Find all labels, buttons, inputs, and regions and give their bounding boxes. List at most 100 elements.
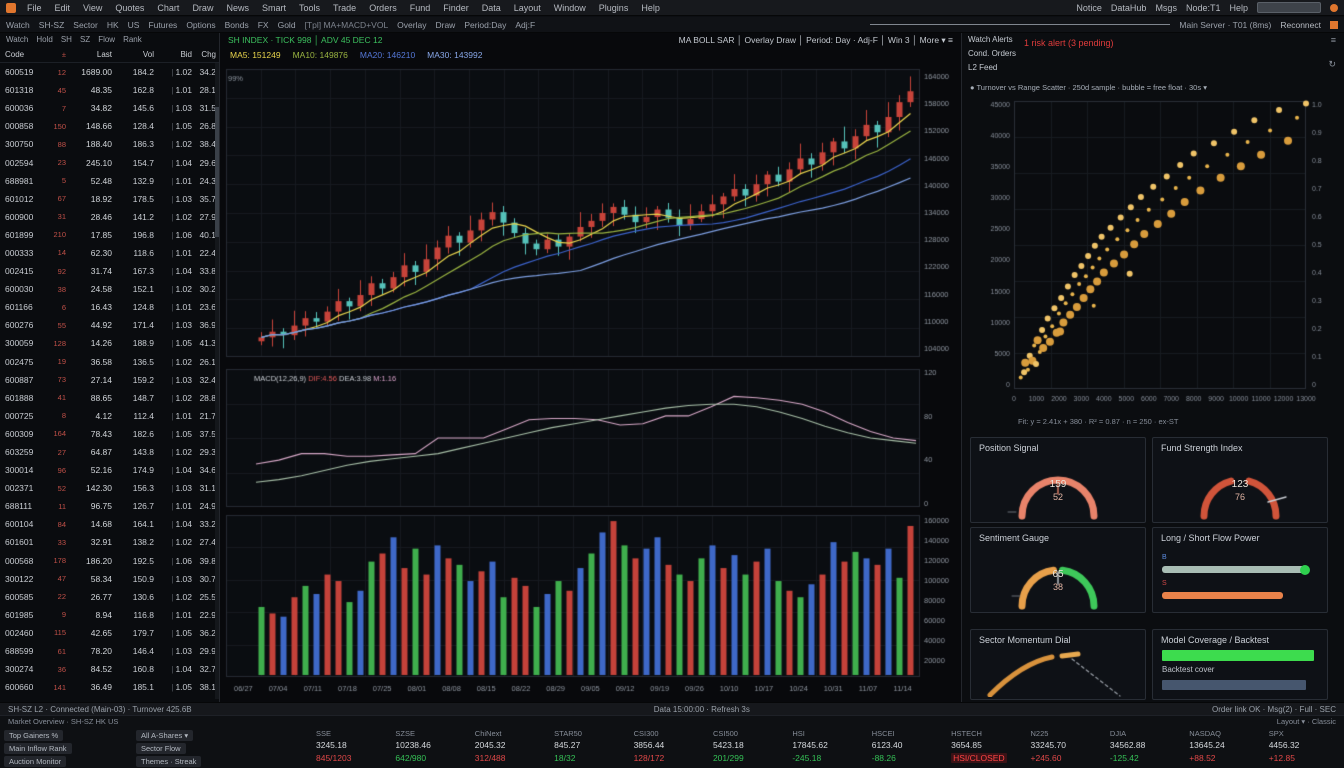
ticker-filter-button[interactable]: Top Gainers % <box>4 730 63 741</box>
toolbar-item[interactable]: Overlay <box>397 20 426 30</box>
table-row[interactable]: 00246011542.65179.7|1.0536.2 <box>0 624 219 642</box>
table-row[interactable]: 6010126718.92178.5|1.0335.7 <box>0 190 219 208</box>
table-row[interactable]: 00237152142.30156.3|1.0331.1 <box>0 479 219 497</box>
menu-item[interactable]: News <box>226 3 249 13</box>
watchlist-header-cell[interactable]: Bid <box>154 50 192 59</box>
panel-header-line3[interactable]: L2 Feed <box>968 63 997 72</box>
table-row[interactable]: 6009003128.46141.2|1.0227.9 <box>0 208 219 226</box>
table-row[interactable]: 60030916478.43182.6|1.0537.5 <box>0 425 219 443</box>
scatter-canvas[interactable] <box>962 95 1344 417</box>
menu-item[interactable]: Chart <box>157 3 179 13</box>
menu-item[interactable]: Help <box>1229 3 1248 13</box>
menu-item[interactable]: DataHub <box>1111 3 1147 13</box>
table-row[interactable]: 6000303824.58152.1|1.0230.2 <box>0 280 219 298</box>
toolbar-item[interactable]: Options <box>186 20 215 30</box>
table-row[interactable]: 3002743684.52160.8|1.0432.7 <box>0 660 219 678</box>
candlestick-chart-canvas[interactable] <box>220 65 958 701</box>
watchlist-header-cell[interactable]: ± <box>46 50 66 59</box>
table-row[interactable]: 6001048414.68164.1|1.0433.2 <box>0 515 219 533</box>
reconnect-button[interactable]: Reconnect <box>1280 20 1321 30</box>
table-row[interactable]: 30005912814.26188.9|1.0541.3 <box>0 334 219 352</box>
toolbar-item[interactable]: US <box>128 20 140 30</box>
table-row[interactable]: 000568178186.20192.5|1.0639.8 <box>0 552 219 570</box>
menu-item[interactable]: Edit <box>55 3 71 13</box>
menu-item[interactable]: Layout <box>514 3 541 13</box>
toolbar-item[interactable]: FX <box>258 20 269 30</box>
menu-item[interactable]: Smart <box>262 3 286 13</box>
watchlist-header-cell[interactable]: Chg <box>192 50 218 59</box>
ticker-filter-button[interactable]: Themes · Streak <box>136 756 201 767</box>
toolbar-item[interactable]: HK <box>107 20 119 30</box>
toolbar-item[interactable]: Futures <box>148 20 177 30</box>
menu-item[interactable]: Finder <box>443 3 469 13</box>
watchlist-header-cell[interactable]: Last <box>66 50 112 59</box>
watchlist-header-cell[interactable]: Code <box>0 50 46 59</box>
toolbar-item[interactable]: Sector <box>73 20 98 30</box>
toolbar-item[interactable]: Watch <box>6 20 30 30</box>
ticker-column[interactable]: SZSE10238.46642/980512.3B <box>389 729 468 768</box>
ticker-filter-button[interactable]: Main Inflow Rank <box>4 743 72 754</box>
table-row[interactable]: 6032592764.87143.8|1.0229.3 <box>0 443 219 461</box>
table-row[interactable]: 60189921017.85196.8|1.0640.1 <box>0 226 219 244</box>
table-row[interactable]: 6881111196.75126.7|1.0124.9 <box>0 497 219 515</box>
toolbar-item[interactable]: Draw <box>435 20 455 30</box>
risk-alert-label[interactable]: 1 risk alert (3 pending) <box>1024 38 1114 48</box>
table-row[interactable]: 60066014136.49185.1|1.0538.1 <box>0 678 219 696</box>
menu-item[interactable]: Fund <box>410 3 431 13</box>
ticker-column[interactable]: DJIA34562.88-125.42-0.36% <box>1104 729 1183 768</box>
notification-bell-icon[interactable] <box>1330 4 1338 12</box>
ticker-column[interactable]: HSTECH3654.85HSI/CLOSED+0.86% <box>945 729 1024 768</box>
toolbar-item[interactable]: Bonds <box>225 20 249 30</box>
table-row[interactable]: 60198598.94116.8|1.0122.9 <box>0 606 219 624</box>
menu-item[interactable]: Notice <box>1076 3 1102 13</box>
table-row[interactable]: 0003331462.30118.6|1.0122.4 <box>0 244 219 262</box>
table-row[interactable]: 3001224758.34150.9|1.0330.7 <box>0 570 219 588</box>
status-right-label[interactable]: Order link OK · Msg(2) · Full · SEC <box>1212 705 1336 714</box>
table-row[interactable]: 00072584.12112.4|1.0121.7 <box>0 407 219 425</box>
table-row[interactable]: 6002765544.92171.4|1.0336.9 <box>0 316 219 334</box>
menu-item[interactable]: View <box>83 3 102 13</box>
chart-template-label[interactable]: [Tpl] MA+MACD+VOL <box>305 20 389 30</box>
menu-item[interactable]: Window <box>554 3 586 13</box>
menu-item[interactable]: Msgs <box>1155 3 1177 13</box>
ticker-filter-button[interactable]: All A-Shares ▾ <box>136 730 193 741</box>
table-row[interactable]: 30075088188.40186.3|1.0238.4 <box>0 135 219 153</box>
menu-item[interactable]: Trade <box>333 3 356 13</box>
menu-item[interactable]: Quotes <box>115 3 144 13</box>
table-row[interactable]: 00259423245.10154.7|1.0429.6 <box>0 153 219 171</box>
watchlist-tab[interactable]: Hold <box>36 35 52 47</box>
menu-item[interactable]: File <box>27 3 42 13</box>
ticker-strip-left[interactable]: Market Overview · SH-SZ HK US <box>8 717 118 728</box>
table-row[interactable]: 601166616.43124.8|1.0123.6 <box>0 298 219 316</box>
ticker-column[interactable]: STAR50845.2718/3235.6B <box>548 729 627 768</box>
watchlist-tab[interactable]: Flow <box>98 35 115 47</box>
panel-header-line1[interactable]: Watch Alerts <box>968 35 1013 44</box>
table-row[interactable]: 6008877327.14159.2|1.0332.4 <box>0 371 219 389</box>
menu-item[interactable]: Help <box>641 3 660 13</box>
toolbar-item[interactable]: SH-SZ <box>39 20 65 30</box>
panel-menu-icon[interactable]: ≡ <box>1331 35 1336 45</box>
menu-item[interactable]: Orders <box>369 3 397 13</box>
toolbar-item[interactable]: Adj:F <box>515 20 535 30</box>
watchlist-tab[interactable]: Watch <box>6 35 28 47</box>
menu-item[interactable]: Plugins <box>599 3 629 13</box>
watchlist-tab[interactable]: Rank <box>123 35 142 47</box>
table-row[interactable]: 0024159231.74167.3|1.0433.8 <box>0 262 219 280</box>
table-row[interactable]: 6013184548.35162.8|1.0128.1 <box>0 81 219 99</box>
menu-item[interactable]: Data <box>482 3 501 13</box>
table-row[interactable]: 600036734.82145.6|1.0331.5 <box>0 99 219 117</box>
ticker-strip-right[interactable]: Layout ▾ · Classic <box>1277 717 1336 728</box>
ticker-column[interactable]: N22533245.70+245.60+0.74% <box>1025 729 1104 768</box>
watchlist-header-cell[interactable]: Vol <box>112 50 154 59</box>
ticker-column[interactable]: CSI5005423.18201/299165.4B <box>707 729 786 768</box>
table-row[interactable]: 3000149652.16174.9|1.0434.6 <box>0 461 219 479</box>
table-row[interactable]: 6016013332.91138.2|1.0227.4 <box>0 533 219 551</box>
table-row[interactable]: 6018884188.65148.7|1.0228.8 <box>0 389 219 407</box>
table-row[interactable]: 0024751936.58136.5|1.0226.1 <box>0 353 219 371</box>
toolbar-item[interactable]: Period:Day <box>464 20 506 30</box>
ticker-column[interactable]: NASDAQ13645.24+88.52+0.65% <box>1183 729 1262 768</box>
watchlist-tab[interactable]: SH <box>61 35 72 47</box>
watchlist-tab[interactable]: SZ <box>80 35 90 47</box>
menu-item[interactable]: Node:T1 <box>1186 3 1221 13</box>
table-row[interactable]: 688981552.48132.9|1.0124.3 <box>0 172 219 190</box>
